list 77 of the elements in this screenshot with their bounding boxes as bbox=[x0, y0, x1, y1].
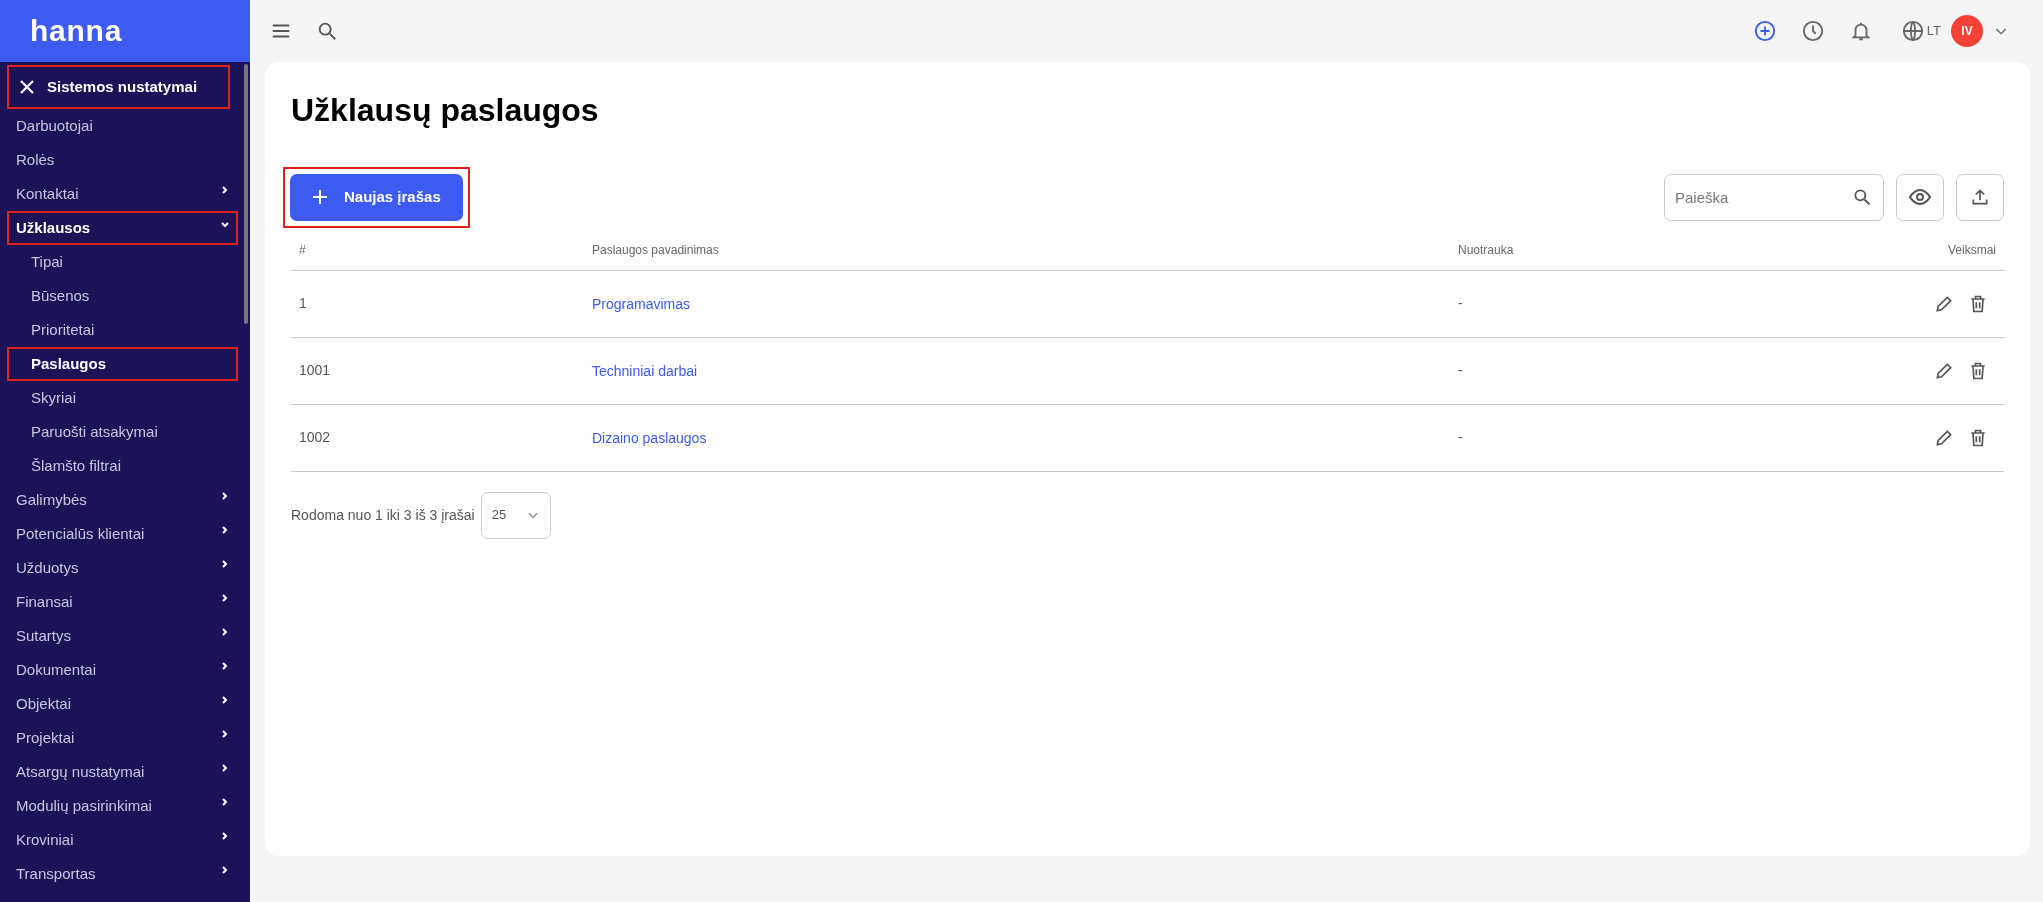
close-icon bbox=[19, 79, 35, 95]
language-label[interactable]: LT bbox=[1926, 21, 1941, 41]
column-header: # bbox=[291, 230, 584, 270]
chevron-right-icon bbox=[220, 730, 230, 740]
service-link[interactable]: Programavimas bbox=[592, 295, 691, 312]
sidebar-item[interactable]: Potencialūs klientai bbox=[7, 517, 238, 551]
sidebar-item[interactable]: Galimybės bbox=[7, 483, 238, 517]
logo[interactable]: hanna bbox=[30, 16, 123, 46]
table-cell: - bbox=[1450, 404, 1715, 471]
sidebar-item[interactable]: Objektai bbox=[7, 687, 238, 721]
bell-icon[interactable] bbox=[1849, 20, 1872, 42]
delete-icon[interactable] bbox=[1968, 427, 1988, 448]
sidebar-item[interactable]: Būsenos bbox=[7, 279, 238, 313]
sidebar-item[interactable]: Skyriai bbox=[7, 381, 238, 415]
sidebar-item[interactable]: Tipai bbox=[7, 245, 238, 279]
delete-icon[interactable] bbox=[1968, 293, 1988, 314]
user-avatar[interactable]: IV bbox=[1951, 15, 1983, 47]
visibility-button[interactable] bbox=[1896, 173, 1944, 221]
chevron-right-icon bbox=[220, 526, 230, 536]
edit-icon[interactable] bbox=[1934, 427, 1954, 448]
table-cell: - bbox=[1450, 337, 1715, 404]
page-size-select[interactable]: 25 bbox=[480, 491, 551, 539]
new-record-button[interactable]: Naujas įrašas bbox=[290, 173, 463, 221]
chevron-right-icon bbox=[220, 662, 230, 672]
service-link[interactable]: Techniniai darbai bbox=[592, 362, 698, 379]
search-field[interactable]: Paieška bbox=[1664, 173, 1884, 221]
sidebar-item[interactable]: Transportas bbox=[7, 857, 238, 891]
sidebar-item[interactable]: Projektai bbox=[7, 721, 238, 755]
chevron-right-icon bbox=[220, 628, 230, 638]
chevron-right-icon bbox=[220, 764, 230, 774]
sidebar-item[interactable]: Prioritetai bbox=[7, 313, 238, 347]
sidebar-item[interactable]: Darbuotojai bbox=[7, 109, 238, 143]
sidebar-item[interactable]: Finansai bbox=[7, 585, 238, 619]
clock-icon[interactable] bbox=[1801, 20, 1824, 42]
chevron-right-icon bbox=[220, 798, 230, 808]
chevron-right-icon bbox=[220, 560, 230, 570]
table-cell: 1 bbox=[291, 270, 584, 337]
search-icon[interactable] bbox=[316, 20, 338, 42]
page-title: Užklausų paslaugos bbox=[291, 91, 600, 130]
chevron-right-icon bbox=[220, 696, 230, 706]
service-link[interactable]: Dizaino paslaugos bbox=[592, 429, 707, 446]
table-cell: 1001 bbox=[291, 337, 584, 404]
add-circle-icon[interactable] bbox=[1753, 20, 1776, 42]
chevron-right-icon bbox=[220, 186, 230, 196]
column-header: Veiksmai bbox=[1714, 230, 2004, 270]
upload-icon bbox=[1970, 187, 1990, 207]
column-header: Nuotrauka bbox=[1450, 230, 1715, 270]
sidebar-item[interactable]: Užduotys bbox=[7, 551, 238, 585]
sidebar-item[interactable]: Sutartys bbox=[7, 619, 238, 653]
sidebar-item[interactable]: Paruošti atsakymai bbox=[7, 415, 238, 449]
column-header: Paslaugos pavadinimas bbox=[584, 230, 1450, 270]
search-icon bbox=[1852, 186, 1872, 207]
edit-icon[interactable] bbox=[1934, 360, 1954, 381]
chevron-right-icon bbox=[220, 832, 230, 842]
chevron-down-icon bbox=[220, 220, 230, 230]
chevron-right-icon bbox=[220, 492, 230, 502]
sidebar-item[interactable]: Kroviniai bbox=[7, 823, 238, 857]
sidebar-item[interactable]: Šlamšto filtrai bbox=[7, 449, 238, 483]
sidebar-item[interactable]: Modulių pasirinkimai bbox=[7, 789, 238, 823]
sidebar-item[interactable]: Atsargų nustatymai bbox=[7, 755, 238, 789]
scrollbar-thumb[interactable] bbox=[244, 64, 248, 324]
export-button[interactable] bbox=[1956, 173, 2004, 221]
sidebar-item[interactable]: Kontaktai bbox=[7, 177, 238, 211]
sidebar-item[interactable]: Paslaugos bbox=[7, 347, 238, 381]
sidebar-item[interactable]: Dokumentai bbox=[7, 653, 238, 687]
chevron-right-icon bbox=[220, 866, 230, 876]
plus-icon bbox=[312, 189, 328, 205]
chevron-right-icon bbox=[220, 594, 230, 604]
globe-icon[interactable] bbox=[1901, 20, 1924, 42]
edit-icon[interactable] bbox=[1934, 293, 1954, 314]
close-settings-button[interactable]: Sistemos nustatymai bbox=[7, 65, 230, 109]
table-cell: - bbox=[1450, 270, 1715, 337]
pagination-summary: Rodoma nuo 1 iki 3 iš 3 įrašai bbox=[291, 505, 475, 525]
sidebar-item[interactable]: Rolės bbox=[7, 143, 238, 177]
delete-icon[interactable] bbox=[1968, 360, 1988, 381]
sidebar-item[interactable]: Užklausos bbox=[7, 211, 238, 245]
table-cell: 1002 bbox=[291, 404, 584, 471]
